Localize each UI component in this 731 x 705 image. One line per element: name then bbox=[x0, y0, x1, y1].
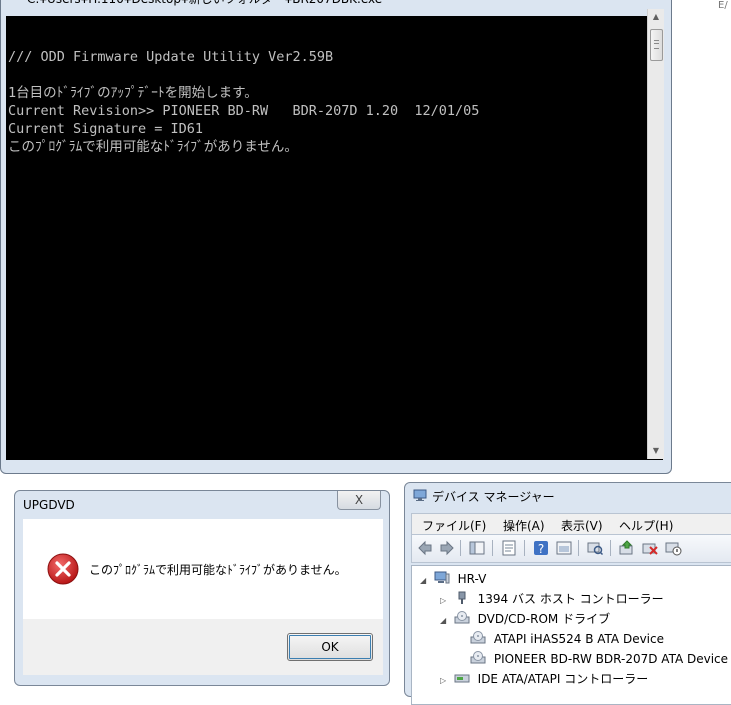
menu-view[interactable]: 表示(V) bbox=[561, 517, 603, 534]
console-line-revision: Current Revision>> PIONEER BD-RW BDR-207… bbox=[8, 103, 480, 119]
tree-item-ide-controllers[interactable]: ▷ IDE ATA/ATAPI コントローラー bbox=[440, 669, 648, 689]
tree-item-ihas524[interactable]: ATAPI iHAS524 B ATA Device bbox=[470, 629, 664, 649]
device-tree[interactable]: ◢ HR-V ▷ 1394 バス ホスト コントローラー ◢ DVD/CD-RO… bbox=[411, 565, 731, 705]
menu-help[interactable]: ヘルプ(H) bbox=[619, 517, 673, 534]
dialog-title: UPGDVD bbox=[23, 498, 75, 512]
tree-item-label: 1394 バス ホスト コントローラー bbox=[477, 592, 664, 606]
console-line-start: 1台目のﾄﾞﾗｲﾌﾞのｱｯﾌﾟﾃﾞｰﾄを開始します。 bbox=[8, 85, 258, 101]
ide-controller-icon bbox=[454, 674, 470, 683]
collapse-arrow-icon[interactable]: ◢ bbox=[440, 611, 450, 631]
console-line-error: このﾌﾟﾛｸﾞﾗﾑで利用可能なﾄﾞﾗｲﾌﾞがありません。 bbox=[8, 139, 298, 155]
console-title: C:¥Users¥H.110¥Desktop¥新しいフォルダー¥BR207DBK… bbox=[1, 0, 671, 15]
update-driver-icon[interactable] bbox=[618, 539, 636, 557]
console-scrollbar[interactable]: ▲ ▼ bbox=[647, 9, 664, 459]
console-line-signature: Current Signature = ID61 bbox=[8, 121, 204, 137]
collapse-arrow-icon[interactable]: ◢ bbox=[420, 571, 430, 591]
device-manager-window: デバイス マネージャー ファイル(F) 操作(A) 表示(V) ヘルプ(H) ?… bbox=[404, 482, 731, 705]
scrollbar-thumb[interactable] bbox=[650, 29, 663, 61]
tree-item-dvd-drives[interactable]: ◢ DVD/CD-ROM ドライブ bbox=[440, 609, 610, 629]
error-icon bbox=[47, 553, 79, 585]
forward-arrow-icon[interactable] bbox=[438, 539, 456, 557]
tree-item-1394[interactable]: ▷ 1394 バス ホスト コントローラー bbox=[440, 589, 664, 609]
controller-plug-icon bbox=[458, 591, 466, 604]
menu-action[interactable]: 操作(A) bbox=[503, 517, 545, 534]
scroll-up-arrow-icon[interactable]: ▲ bbox=[648, 9, 664, 25]
toolbar: ? bbox=[411, 535, 731, 563]
computer-icon bbox=[434, 571, 450, 584]
properties-icon[interactable] bbox=[500, 539, 518, 557]
scroll-down-arrow-icon[interactable]: ▼ bbox=[648, 443, 664, 459]
disable-icon[interactable] bbox=[664, 539, 682, 557]
tree-item-computer[interactable]: ◢ HR-V bbox=[420, 569, 486, 589]
tree-item-pioneer[interactable]: PIONEER BD-RW BDR-207D ATA Device bbox=[470, 649, 728, 669]
uninstall-icon[interactable] bbox=[641, 539, 659, 557]
tree-item-label: DVD/CD-ROM ドライブ bbox=[477, 612, 611, 626]
console-text: /// ODD Firmware Update Utility Ver2.59B… bbox=[8, 30, 479, 156]
tree-item-label: ATAPI iHAS524 B ATA Device bbox=[493, 632, 664, 646]
expand-arrow-icon[interactable]: ▷ bbox=[440, 671, 450, 691]
ok-button[interactable]: OK bbox=[287, 633, 373, 661]
view-icon[interactable] bbox=[555, 539, 573, 557]
menu-bar: ファイル(F) 操作(A) 表示(V) ヘルプ(H) bbox=[411, 513, 731, 535]
device-manager-title: デバイス マネージャー bbox=[432, 490, 555, 504]
dialog-close-button[interactable]: X bbox=[337, 491, 381, 510]
dialog-footer: OK bbox=[23, 619, 383, 675]
dialog-body: このﾌﾟﾛｸﾞﾗﾑで利用可能なﾄﾞﾗｲﾌﾞがありません。 bbox=[23, 519, 383, 619]
console-line-version: /// ODD Firmware Update Utility Ver2.59B bbox=[8, 49, 334, 65]
dialog-message: このﾌﾟﾛｸﾞﾗﾑで利用可能なﾄﾞﾗｲﾌﾞがありません。 bbox=[89, 563, 347, 577]
console-output-area[interactable]: /// ODD Firmware Update Utility Ver2.59B… bbox=[6, 16, 663, 460]
tree-item-label: HR-V bbox=[457, 572, 487, 586]
scan-hardware-icon[interactable] bbox=[586, 539, 604, 557]
help-icon[interactable]: ? bbox=[532, 539, 550, 557]
tree-item-label: IDE ATA/ATAPI コントローラー bbox=[477, 672, 649, 686]
error-dialog: UPGDVD X このﾌﾟﾛｸﾞﾗﾑで利用可能なﾄﾞﾗｲﾌﾞがありません。 OK bbox=[14, 490, 390, 686]
device-manager-icon bbox=[413, 489, 427, 501]
optical-drive-icon bbox=[470, 631, 486, 644]
optical-drive-icon bbox=[470, 651, 486, 664]
background-window-edge-text: E/ bbox=[718, 0, 728, 11]
console-tree-icon[interactable] bbox=[468, 539, 486, 557]
back-arrow-icon[interactable] bbox=[416, 539, 434, 557]
optical-drive-icon bbox=[454, 611, 470, 624]
svg-text:?: ? bbox=[538, 542, 544, 556]
menu-file[interactable]: ファイル(F) bbox=[422, 517, 486, 534]
expand-arrow-icon[interactable]: ▷ bbox=[440, 591, 450, 611]
console-window: C:¥Users¥H.110¥Desktop¥新しいフォルダー¥BR207DBK… bbox=[0, 0, 672, 474]
tree-item-label: PIONEER BD-RW BDR-207D ATA Device bbox=[493, 652, 729, 666]
